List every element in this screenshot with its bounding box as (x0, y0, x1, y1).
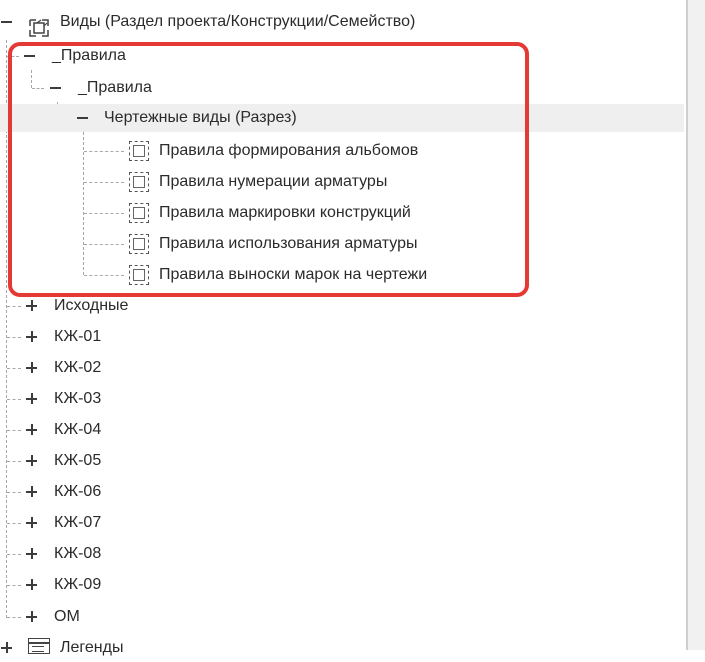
tree-node-label: Исходные (54, 297, 129, 314)
tree-leaf-label: Правила маркировки конструкций (159, 204, 411, 221)
tree-leaf-view[interactable]: Правила выноски марок на чертежи (0, 261, 684, 289)
expand-icon[interactable] (26, 517, 37, 528)
tree-node-label: КЖ-03 (54, 390, 102, 407)
tree-node-group[interactable]: КЖ-03 (0, 385, 684, 413)
tree-leaf-label: Правила выноски марок на чертежи (159, 266, 428, 283)
expand-icon[interactable] (26, 424, 37, 435)
tree-node-label: ОМ (54, 608, 80, 625)
drafting-view-icon (129, 265, 149, 285)
tree-node-views-root[interactable]: Виды (Раздел проекта/Конструкции/Семейст… (0, 8, 684, 37)
drafting-view-icon (129, 141, 149, 161)
expand-icon[interactable] (26, 611, 37, 622)
expand-icon[interactable] (26, 393, 37, 404)
tree-leaf-view[interactable]: Правила маркировки конструкций (0, 199, 684, 227)
tree-node-label: Легенды (60, 639, 124, 656)
tree-node-label: _Правила (52, 47, 126, 64)
tree-leaf-label: Правила использования арматуры (159, 235, 418, 252)
tree-node-group[interactable]: КЖ-01 (0, 323, 684, 351)
collapse-icon[interactable] (50, 82, 61, 93)
tree-node-group[interactable]: КЖ-05 (0, 447, 684, 475)
tree-node-group[interactable]: КЖ-04 (0, 416, 684, 444)
expand-icon[interactable] (26, 331, 37, 342)
expand-icon[interactable] (1, 642, 12, 653)
expand-icon[interactable] (26, 362, 37, 373)
tree-leaf-label: Правила формирования альбомов (159, 142, 419, 159)
tree-node-label: КЖ-08 (54, 545, 102, 562)
right-pane-edge (686, 0, 705, 650)
tree-node-label: КЖ-04 (54, 421, 102, 438)
tree-node-label: КЖ-05 (54, 452, 102, 469)
drafting-view-icon (129, 234, 149, 254)
expand-icon[interactable] (26, 579, 37, 590)
views-icon (29, 19, 49, 37)
tree-node-label: КЖ-01 (54, 328, 102, 345)
tree-node-group[interactable]: КЖ-09 (0, 571, 684, 599)
tree-node-rules-1[interactable]: _Правила (0, 42, 684, 70)
tree-node-group[interactable]: КЖ-07 (0, 509, 684, 537)
tree-node-rules-2[interactable]: _Правила (0, 74, 684, 102)
tree-node-label: КЖ-07 (54, 514, 102, 531)
tree-node-label: Виды (Раздел проекта/Конструкции/Семейст… (60, 13, 416, 30)
tree-node-group[interactable]: КЖ-06 (0, 478, 684, 506)
tree-node-label: КЖ-02 (54, 359, 102, 376)
drafting-view-icon (129, 172, 149, 192)
collapse-icon[interactable] (77, 112, 88, 123)
expand-icon[interactable] (26, 548, 37, 559)
tree-node-group[interactable]: ОМ (0, 603, 684, 631)
tree-leaf-label: Правила нумерации арматуры (159, 173, 388, 190)
tree-node-label: Чертежные виды (Разрез) (104, 109, 297, 126)
tree-leaf-view[interactable]: Правила формирования альбомов (0, 137, 684, 165)
tree-node-group[interactable]: КЖ-02 (0, 354, 684, 382)
drafting-view-icon (129, 203, 149, 223)
collapse-icon[interactable] (1, 16, 12, 27)
legend-icon (28, 638, 50, 654)
tree-leaf-view[interactable]: Правила использования арматуры (0, 230, 684, 258)
expand-icon[interactable] (26, 300, 37, 311)
tree-node-drafting-views[interactable]: Чертежные виды (Разрез) (0, 104, 684, 132)
tree-node-label: КЖ-06 (54, 483, 102, 500)
tree-node-legends[interactable]: Легенды (0, 634, 684, 662)
expand-icon[interactable] (26, 486, 37, 497)
tree-leaf-view[interactable]: Правила нумерации арматуры (0, 168, 684, 196)
expand-icon[interactable] (26, 455, 37, 466)
tree-node-group[interactable]: Исходные (0, 292, 684, 320)
tree-node-label: КЖ-09 (54, 576, 102, 593)
tree-node-group[interactable]: КЖ-08 (0, 540, 684, 568)
collapse-icon[interactable] (24, 50, 35, 61)
tree-node-label: _Правила (78, 79, 152, 96)
